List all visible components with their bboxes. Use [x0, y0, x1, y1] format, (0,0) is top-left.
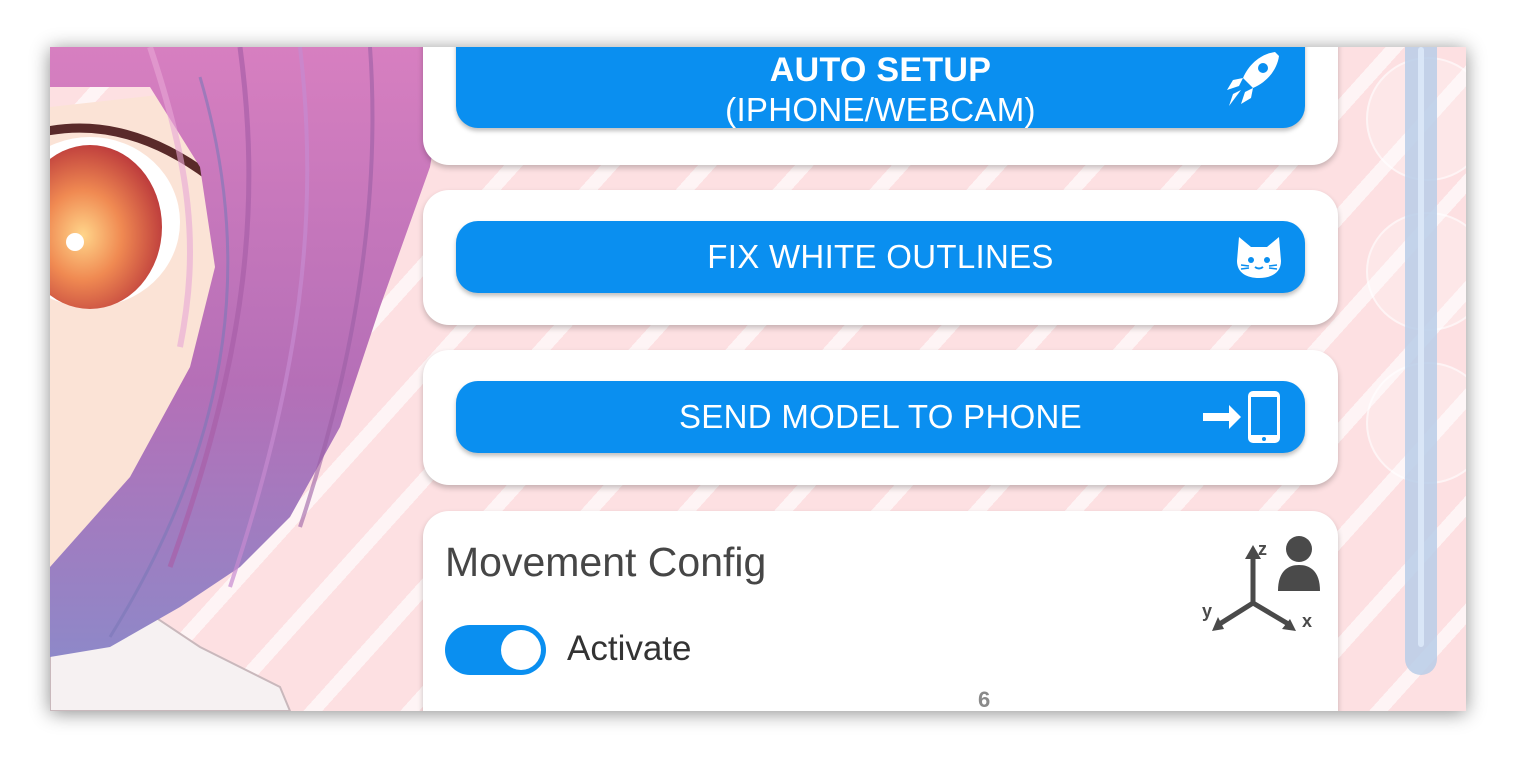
movement-config-card: Movement Config z y x Activate [423, 511, 1338, 711]
send-model-label: SEND MODEL TO PHONE [678, 398, 1082, 435]
auto-setup-card: AUTO SETUP (IPHONE/WEBCAM) [423, 47, 1338, 165]
arrow-to-phone-icon [1203, 391, 1280, 443]
fix-white-outlines-label: FIX WHITE OUTLINES [707, 238, 1054, 275]
auto-setup-sublabel: (IPHONE/WEBCAM) [725, 91, 1036, 128]
toggle-knob [501, 630, 541, 670]
xyz-axes-person-icon: z y x [1202, 536, 1320, 631]
svg-text:z: z [1258, 539, 1267, 559]
scrollbar-track[interactable] [1405, 47, 1437, 675]
svg-text:y: y [1202, 601, 1212, 621]
activate-toggle[interactable] [445, 625, 546, 675]
send-model-card: SEND MODEL TO PHONE [423, 350, 1338, 485]
send-model-to-phone-button[interactable]: SEND MODEL TO PHONE [456, 381, 1305, 453]
app-window: AUTO SETUP (IPHONE/WEBCAM) FIX WHITE OUT… [50, 47, 1466, 711]
auto-setup-button[interactable]: AUTO SETUP (IPHONE/WEBCAM) [456, 47, 1305, 128]
fix-white-outlines-button[interactable]: FIX WHITE OUTLINES [456, 221, 1305, 293]
movement-config-title: Movement Config [445, 539, 767, 585]
auto-setup-label: AUTO SETUP [769, 51, 992, 89]
character-artwork [50, 47, 450, 711]
rocket-icon [1227, 52, 1279, 106]
activate-label: Activate [567, 629, 692, 668]
svg-text:x: x [1302, 611, 1312, 631]
cat-face-icon [1237, 237, 1281, 278]
fix-outlines-card: FIX WHITE OUTLINES [423, 190, 1338, 325]
scrollbar-thumb[interactable] [1418, 47, 1424, 647]
page-number: 6 [978, 687, 991, 711]
